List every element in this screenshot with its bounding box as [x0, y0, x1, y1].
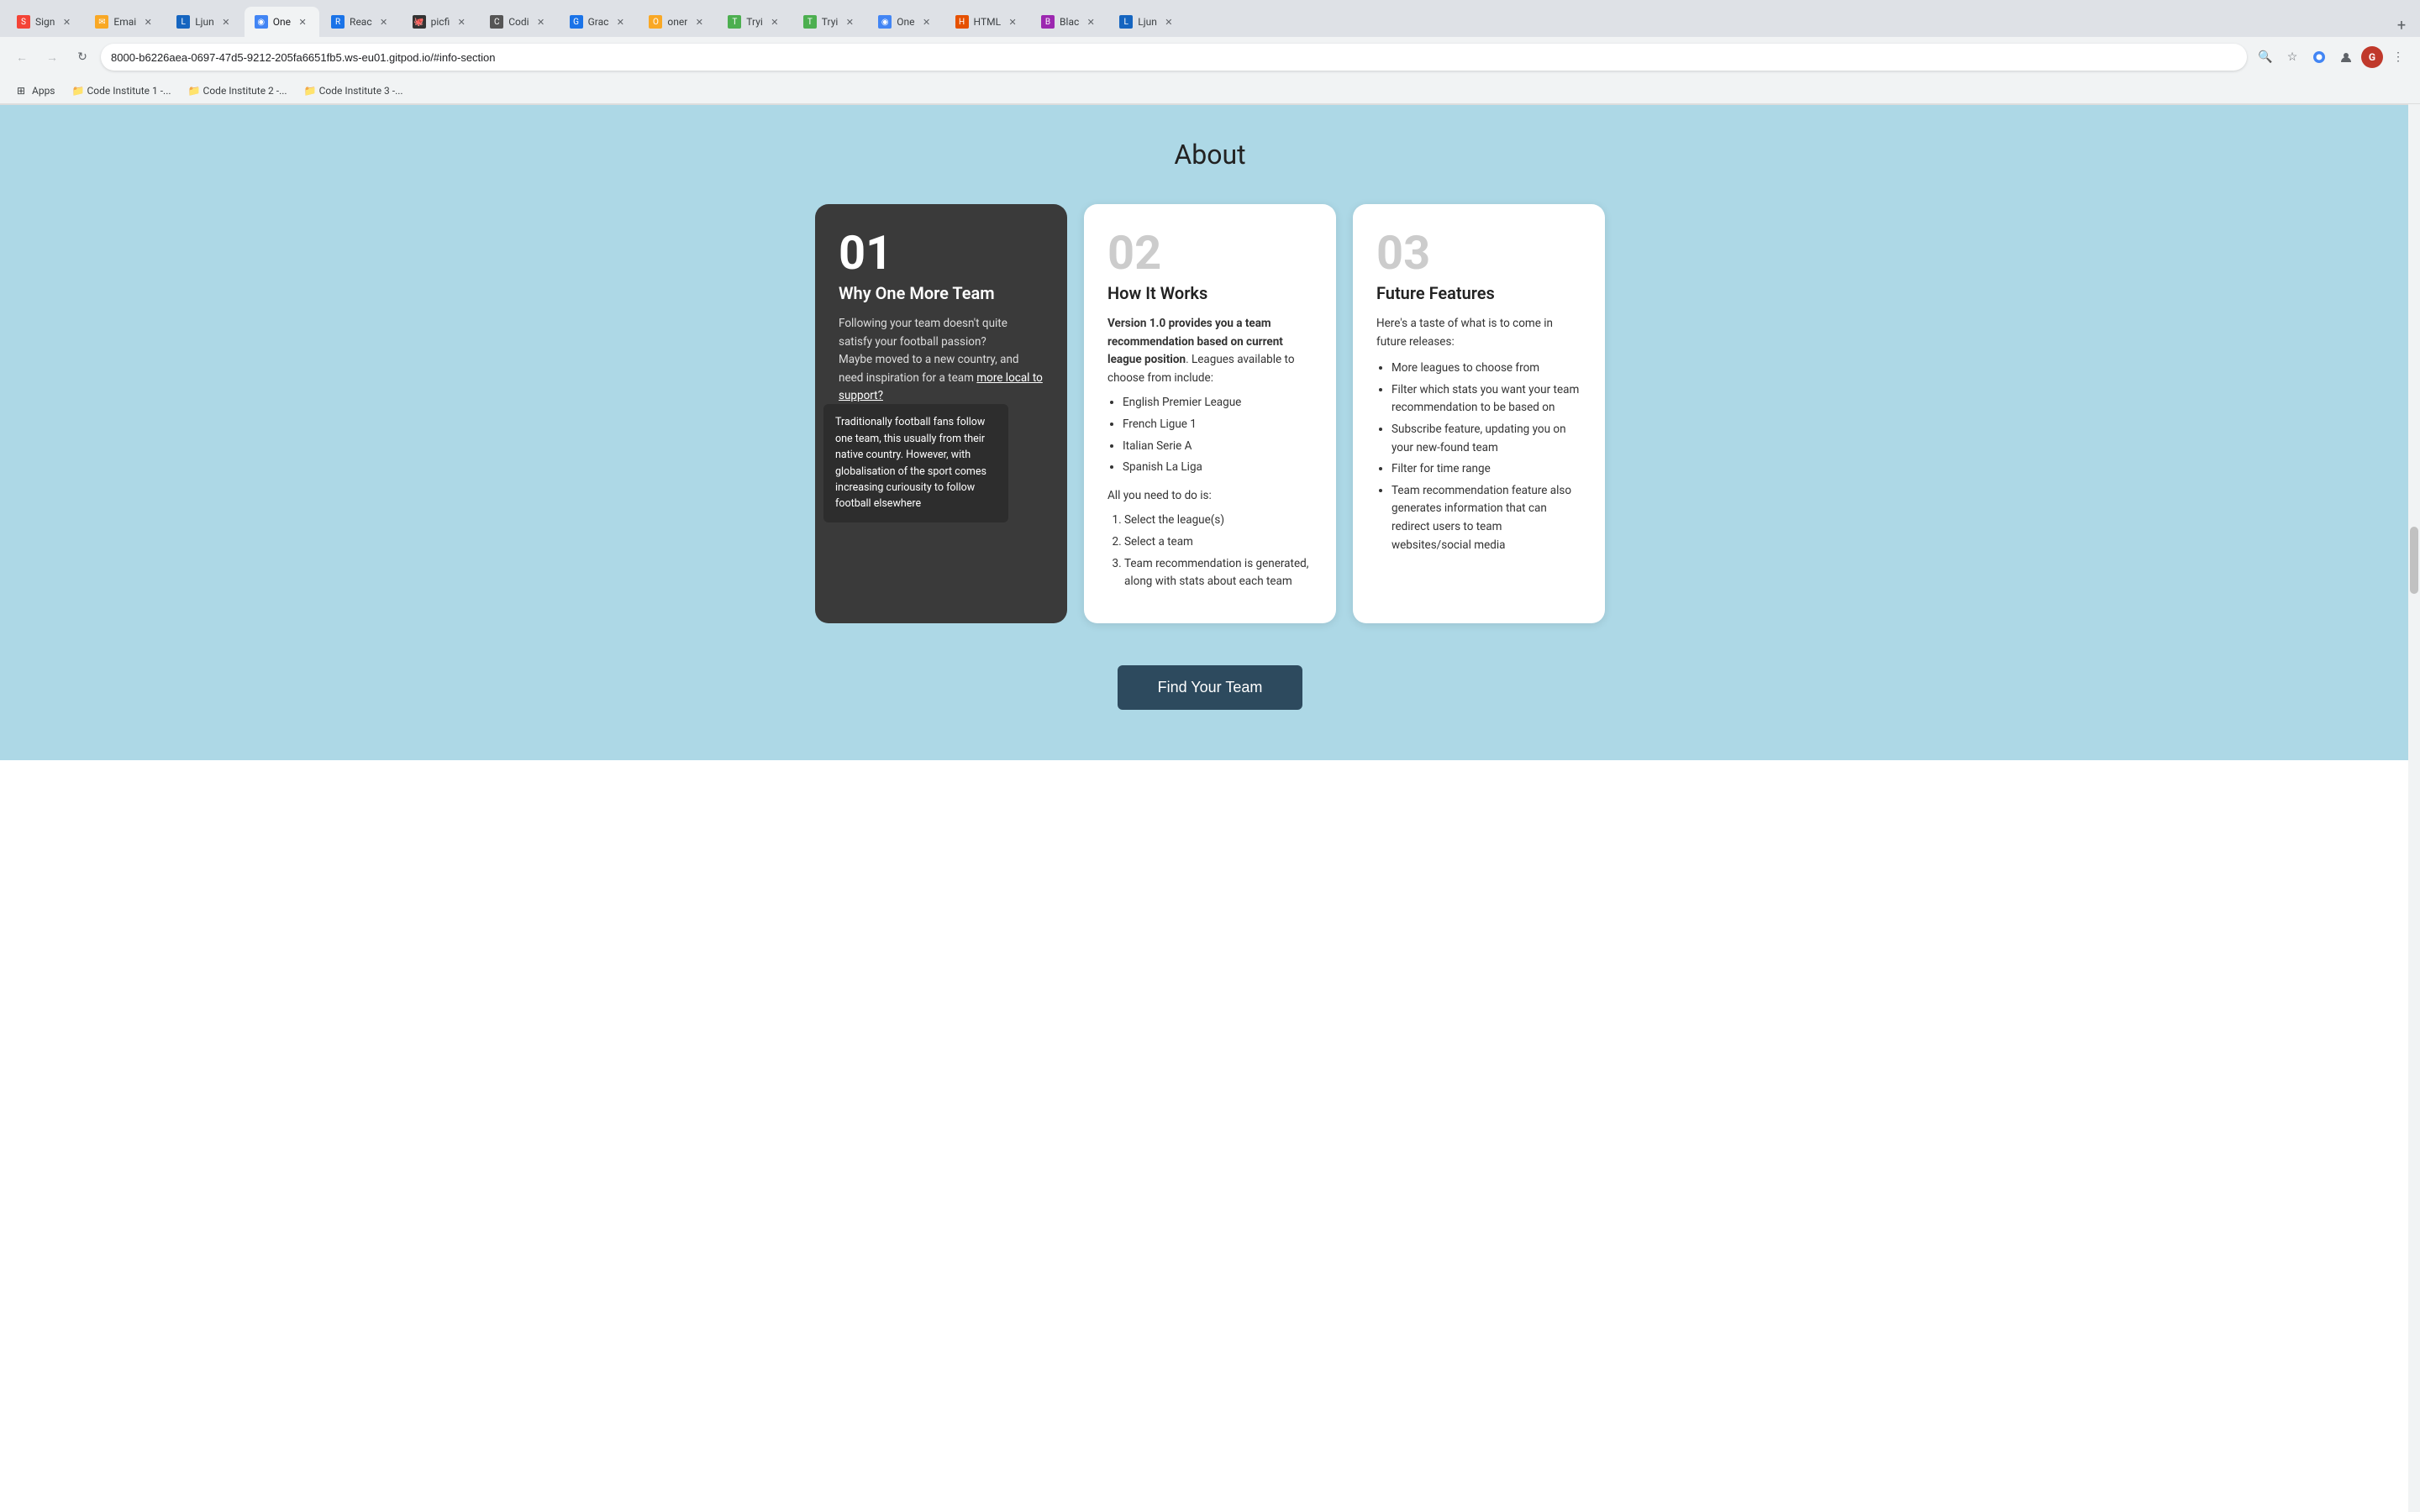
- bookmarks-bar: ⊞Apps📁Code Institute 1 -...📁Code Institu…: [0, 77, 2420, 104]
- reload-button[interactable]: ↻: [71, 45, 94, 69]
- tab-grad[interactable]: G Grac ✕: [560, 7, 638, 37]
- tab-close-grad[interactable]: ✕: [613, 15, 627, 29]
- new-tab-button[interactable]: +: [2390, 13, 2413, 37]
- tab-read[interactable]: R Reac ✕: [321, 7, 401, 37]
- league-item: Italian Serie A: [1123, 438, 1313, 456]
- more-options-icon[interactable]: ⋮: [2386, 45, 2410, 69]
- address-bar-icons: 🔍 ☆ G ⋮: [2254, 45, 2410, 69]
- chrome-extension-icon[interactable]: [2307, 45, 2331, 69]
- tab-close-picfl[interactable]: ✕: [455, 15, 468, 29]
- tab-close-email[interactable]: ✕: [141, 15, 155, 29]
- step-item: Team recommendation is generated, along …: [1124, 555, 1313, 591]
- tab-bar: S Sign ✕ ✉ Emai ✕ L Ljun ✕ ◉ One ✕ R Rea…: [0, 0, 2420, 37]
- bookmark-star-icon[interactable]: ☆: [2281, 45, 2304, 69]
- step-item: Select a team: [1124, 533, 1313, 552]
- tab-sign[interactable]: S Sign ✕: [7, 7, 83, 37]
- tab-try1[interactable]: T Tryi ✕: [718, 7, 792, 37]
- league-item: French Ligue 1: [1123, 416, 1313, 434]
- card1-title: Why One More Team: [839, 283, 1044, 303]
- step-item: Select the league(s): [1124, 512, 1313, 530]
- feature-item: Team recommendation feature also generat…: [1392, 482, 1581, 554]
- tab-blac[interactable]: B Blac ✕: [1031, 7, 1107, 37]
- forward-button[interactable]: →: [40, 45, 64, 69]
- card-how-it-works: 02 How It Works Version 1.0 provides you…: [1084, 204, 1336, 623]
- feature-item: Subscribe feature, updating you on your …: [1392, 421, 1581, 457]
- tab-oner1[interactable]: O oner ✕: [639, 7, 716, 37]
- card3-intro: Here's a taste of what is to come in fut…: [1376, 315, 1581, 351]
- tab-close-read[interactable]: ✕: [377, 15, 391, 29]
- bookmark-apps[interactable]: ⊞Apps: [10, 82, 62, 99]
- card2-body: Version 1.0 provides you a team recommen…: [1107, 315, 1313, 591]
- bookmark-ci3[interactable]: 📁Code Institute 3 -...: [297, 82, 410, 99]
- card3-number: 03: [1376, 229, 1581, 276]
- tab-close-code1[interactable]: ✕: [534, 15, 548, 29]
- back-button[interactable]: ←: [10, 45, 34, 69]
- profile-icon[interactable]: [2334, 45, 2358, 69]
- tab-ljun2[interactable]: L Ljun ✕: [1109, 7, 1186, 37]
- card3-features-list: More leagues to choose from Filter which …: [1376, 360, 1581, 554]
- page-title: About: [17, 139, 2403, 171]
- tab-picfl[interactable]: 🐙 picfi ✕: [402, 7, 479, 37]
- card3-body: Here's a taste of what is to come in fut…: [1376, 315, 1581, 554]
- tab-close-ljun2[interactable]: ✕: [1162, 15, 1176, 29]
- tab-close-one2[interactable]: ✕: [920, 15, 934, 29]
- browser-chrome: S Sign ✕ ✉ Emai ✕ L Ljun ✕ ◉ One ✕ R Rea…: [0, 0, 2420, 105]
- tab-close-ljun1[interactable]: ✕: [219, 15, 233, 29]
- league-item: Spanish La Liga: [1123, 459, 1313, 477]
- tab-try2[interactable]: T Tryi ✕: [793, 7, 867, 37]
- tab-one2[interactable]: ◉ One ✕: [868, 7, 943, 37]
- page-content: About 01 Why One More Team Following you…: [0, 105, 2420, 760]
- card2-steps-intro: All you need to do is:: [1107, 487, 1313, 506]
- scrollbar-thumb: [2410, 527, 2418, 594]
- find-your-team-button[interactable]: Find Your Team: [1118, 665, 1302, 710]
- search-icon[interactable]: 🔍: [2254, 45, 2277, 69]
- feature-item: Filter for time range: [1392, 460, 1581, 479]
- tab-close-try1[interactable]: ✕: [768, 15, 781, 29]
- bookmark-ci2[interactable]: 📁Code Institute 2 -...: [182, 82, 294, 99]
- tab-email[interactable]: ✉ Emai ✕: [85, 7, 165, 37]
- card1-body-line1: Following your team doesn't quite satisf…: [839, 317, 1007, 349]
- tab-close-try2[interactable]: ✕: [843, 15, 856, 29]
- league-item: English Premier League: [1123, 394, 1313, 412]
- tab-close-one[interactable]: ✕: [296, 15, 309, 29]
- user-avatar[interactable]: G: [2361, 46, 2383, 68]
- card2-steps-list: Select the league(s) Select a team Team re…: [1107, 512, 1313, 591]
- tab-close-sign[interactable]: ✕: [60, 15, 73, 29]
- tab-html[interactable]: H HTML ✕: [945, 7, 1030, 37]
- scrollbar[interactable]: [2408, 104, 2420, 1512]
- tab-close-oner1[interactable]: ✕: [692, 15, 706, 29]
- feature-item: Filter which stats you want your team re…: [1392, 381, 1581, 417]
- card2-number: 02: [1107, 229, 1313, 276]
- card2-leagues-list: English Premier League French Ligue 1 Ital…: [1107, 394, 1313, 476]
- tab-one[interactable]: ◉ One ✕: [245, 7, 319, 37]
- card1-body: Following your team doesn't quite satisf…: [839, 315, 1044, 406]
- tooltip-box: Traditionally football fans follow one t…: [823, 404, 1008, 522]
- address-input[interactable]: [101, 44, 2247, 71]
- cards-container: 01 Why One More Team Following your team…: [748, 204, 1672, 623]
- tab-ljun1[interactable]: L Ljun ✕: [166, 7, 243, 37]
- tab-close-html[interactable]: ✕: [1006, 15, 1019, 29]
- card3-title: Future Features: [1376, 283, 1581, 303]
- address-bar-row: ← → ↻ 🔍 ☆ G ⋮: [0, 37, 2420, 77]
- tooltip-text: Traditionally football fans follow one t…: [835, 416, 986, 510]
- bookmark-ci1[interactable]: 📁Code Institute 1 -...: [66, 82, 178, 99]
- card2-title: How It Works: [1107, 283, 1313, 303]
- tab-close-blac[interactable]: ✕: [1084, 15, 1097, 29]
- tab-code1[interactable]: C Codi ✕: [480, 7, 557, 37]
- feature-item: More leagues to choose from: [1392, 360, 1581, 378]
- card-future-features: 03 Future Features Here's a taste of wha…: [1353, 204, 1605, 623]
- card-why-one-more-team: 01 Why One More Team Following your team…: [815, 204, 1067, 623]
- card1-number: 01: [839, 229, 1044, 276]
